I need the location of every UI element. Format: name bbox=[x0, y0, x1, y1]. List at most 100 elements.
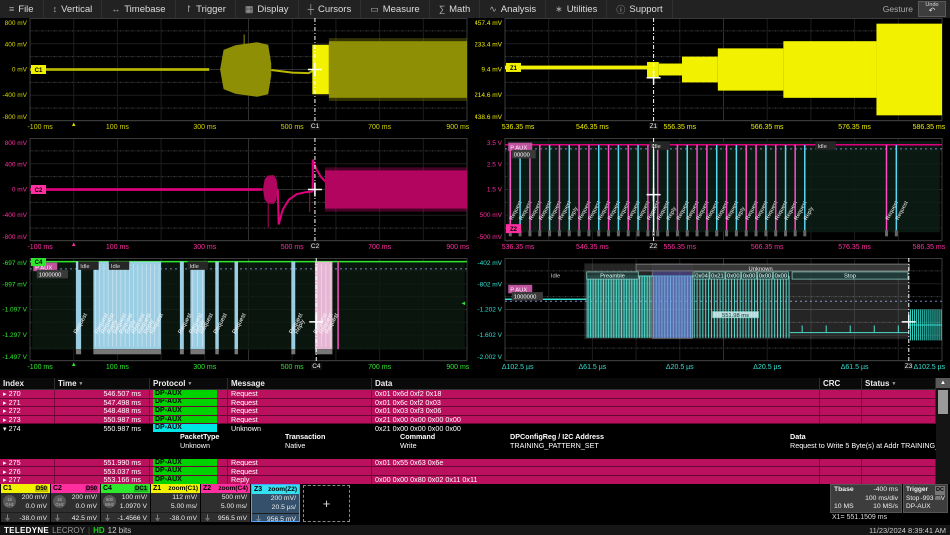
time-cell: 550.987 ms bbox=[55, 416, 150, 424]
descriptor-z1[interactable]: Z1zoom(C1)112 mV/5.00 ms/⏚-38.0 mV bbox=[151, 484, 200, 522]
trigger-position-marker[interactable]: ▲ bbox=[71, 362, 77, 368]
x-tick-label: Δ102.5 µs bbox=[913, 364, 945, 371]
menu-timebase[interactable]: ↔Timebase bbox=[102, 0, 175, 18]
descriptor-c4[interactable]: C4DC1500MHz100 mV/1.0970 V⏚-1.4566 V bbox=[101, 484, 150, 522]
table-scrollbar[interactable]: ▲ bbox=[936, 378, 950, 484]
column-header-index[interactable]: Index bbox=[0, 378, 55, 389]
protocol-chip: DP-AUX bbox=[153, 416, 217, 424]
svg-text:-438.6 mV: -438.6 mV bbox=[475, 114, 503, 121]
column-header-crc[interactable]: CRC bbox=[820, 378, 862, 389]
add-trace-button[interactable]: + bbox=[303, 485, 350, 522]
table-row-270[interactable]: ▸ 270546.507 msDP-AUXRequest0x01 0x6d 0x… bbox=[0, 390, 950, 399]
menu-file[interactable]: ≡File bbox=[0, 0, 44, 18]
cursor-label-c4[interactable]: C4 bbox=[311, 363, 321, 370]
trigger-mode: Stop bbox=[906, 495, 919, 504]
descriptor-body: 16GHz200 mV/0.0 mV bbox=[51, 493, 100, 512]
descriptor-z3[interactable]: Z3zoom(Z2)200 mV/20.5 µs/⏚956.5 mV bbox=[251, 484, 300, 522]
descriptor-body: 200 mV/20.5 µs/ bbox=[252, 494, 299, 513]
column-header-protocol[interactable]: Protocol▾ bbox=[150, 378, 228, 389]
cursor-label-z1[interactable]: Z1 bbox=[649, 123, 659, 130]
trigger-box[interactable]: TriggerDC Stop-993 mV DP-AUX bbox=[903, 484, 948, 513]
z3-plot[interactable]: UnknownPreamble0x040x210x000x000x000x00S… bbox=[475, 258, 945, 362]
x-tick-label: 900 ms bbox=[446, 364, 469, 371]
descriptor-c1[interactable]: C1D5016GHz200 mV/0.0 mV⏚-38.0 mV bbox=[1, 484, 50, 522]
descriptor-z2[interactable]: Z2zoom(C4)500 mV/5.00 ms/⏚956.5 mV bbox=[201, 484, 250, 522]
svg-text:1000000: 1000000 bbox=[514, 295, 537, 301]
cursor-label-c2[interactable]: C2 bbox=[310, 243, 320, 250]
protocol-cell: DP-AUX bbox=[150, 407, 228, 415]
timebase-box[interactable]: Tbase-400 ms 100 ms/div 10 MS10 MS/s bbox=[830, 484, 902, 513]
menu-display[interactable]: ▦Display bbox=[236, 0, 299, 18]
ground-icon: ⏚ bbox=[255, 514, 262, 524]
c4-plot[interactable]: RequestRequestRequestReplyRequestRequest… bbox=[0, 258, 470, 362]
protocol-chip: DP-AUX bbox=[153, 390, 217, 398]
menu-utilities[interactable]: ∗Utilities bbox=[546, 0, 607, 18]
menu-bar: ≡File↕Vertical↔Timebase↾Trigger▦Display┼… bbox=[0, 0, 950, 19]
cursor-label-c1[interactable]: C1 bbox=[310, 123, 320, 130]
cursor-label-z3[interactable]: Z3 bbox=[904, 363, 914, 370]
menu-cursors[interactable]: ┼Cursors bbox=[299, 0, 362, 18]
column-header-message[interactable]: Message bbox=[228, 378, 372, 389]
data-cell: 0x01 0x03 0xf3 0x06 bbox=[372, 407, 820, 415]
svg-text:Idle: Idle bbox=[551, 274, 560, 280]
table-row-273[interactable]: ▸ 273550.987 msDP-AUXRequest0x21 0x00 0x… bbox=[0, 416, 950, 425]
message-cell: Request bbox=[228, 467, 372, 475]
column-label: Data bbox=[375, 379, 392, 388]
undo-button[interactable]: Undo ↶ bbox=[918, 1, 946, 17]
z3-x-axis: Δ102.5 µsΔ61.5 µsΔ20.5 µsΔ20.5 µsΔ61.5 µ… bbox=[475, 362, 945, 378]
c1-plot[interactable]: 800 mV400 mV0 mV-400 mV-800 mVC1 bbox=[0, 18, 470, 122]
svg-text:800 mV: 800 mV bbox=[5, 140, 28, 147]
measure-icon: ▭ bbox=[370, 4, 379, 15]
ground-icon: ⏚ bbox=[154, 513, 161, 523]
menu-label: Math bbox=[449, 4, 470, 15]
trigger-coupling-chip: DC bbox=[935, 486, 945, 495]
file-icon: ≡ bbox=[9, 4, 14, 14]
menu-math[interactable]: ∑Math bbox=[430, 0, 481, 18]
index-cell: ▸ 272 bbox=[0, 407, 55, 415]
ground-icon: ⏚ bbox=[4, 513, 11, 523]
oscilloscope-app: ≡File↕Vertical↔Timebase↾Trigger▦Display┼… bbox=[0, 0, 950, 535]
cursor-label-z2[interactable]: Z2 bbox=[649, 243, 659, 250]
x-tick-label: -100 ms bbox=[27, 244, 52, 251]
table-row-276[interactable]: ▸ 276553.037 msDP-AUXRequest bbox=[0, 467, 950, 476]
table-row-275[interactable]: ▸ 275551.990 msDP-AUXRequest0x01 0x55 0x… bbox=[0, 459, 950, 468]
x-tick-label: 700 ms bbox=[368, 124, 391, 131]
table-row-272[interactable]: ▸ 272548.488 msDP-AUXRequest0x01 0x03 0x… bbox=[0, 407, 950, 416]
c2-plot[interactable]: 800 mV400 mV0 mV-400 mV-800 mVC2 bbox=[0, 138, 470, 242]
scale-per-div: 200 mV/ bbox=[252, 494, 296, 503]
column-header-status[interactable]: Status▾ bbox=[862, 378, 936, 389]
column-header-data[interactable]: Data bbox=[372, 378, 820, 389]
trigger-position-marker[interactable]: ▲ bbox=[71, 122, 77, 128]
grid-z2: RequestRequestRequestRequestRequestReque… bbox=[475, 138, 945, 258]
protocol-chip: DP-AUX bbox=[153, 407, 217, 415]
protocol-chip: DP-AUX bbox=[153, 399, 217, 407]
column-header-time[interactable]: Time▾ bbox=[55, 378, 150, 389]
scrollbar-thumb[interactable] bbox=[938, 390, 948, 414]
time-cell: 553.166 ms bbox=[55, 476, 150, 484]
ground-icon: ⏚ bbox=[54, 513, 61, 523]
menu-vertical[interactable]: ↕Vertical bbox=[44, 0, 103, 18]
menu-analysis[interactable]: ∿Analysis bbox=[480, 0, 546, 18]
scale-per-div: 112 mV/ bbox=[151, 493, 197, 502]
footer-value: -38.0 mV bbox=[169, 515, 197, 522]
svg-text:Idle: Idle bbox=[80, 264, 89, 270]
table-row-274[interactable]: ▾ 274550.987 msDP-AUXUnknown0x21 0x00 0x… bbox=[0, 424, 950, 433]
trigger-position-marker[interactable]: ▲ bbox=[71, 242, 77, 248]
x-tick-label: 576.35 ms bbox=[838, 244, 871, 251]
descriptor-c2[interactable]: C2D5016GHz200 mV/0.0 mV⏚42.5 mV bbox=[51, 484, 100, 522]
menu-support[interactable]: ⓘSupport bbox=[607, 0, 672, 18]
descriptor-footer: ⏚ -38.0 mV bbox=[151, 512, 200, 523]
z1-plot[interactable]: 457.4 mV233.4 mV9.4 mV-214.6 mV-438.6 mV… bbox=[475, 18, 945, 122]
grid-c4: RequestRequestRequestReplyRequestRequest… bbox=[0, 258, 470, 378]
menu-measure[interactable]: ▭Measure bbox=[361, 0, 429, 18]
menu-trigger[interactable]: ↾Trigger bbox=[176, 0, 236, 18]
scroll-up-button[interactable]: ▲ bbox=[936, 378, 950, 388]
timebase-samples: 10 MS bbox=[834, 503, 854, 512]
svg-text:-1.202 V: -1.202 V bbox=[477, 307, 502, 314]
trace-id: Z3 bbox=[254, 486, 262, 493]
packet-detail-field: Write bbox=[400, 442, 417, 451]
table-row-271[interactable]: ▸ 271547.498 msDP-AUXRequest0x01 0x6c 0x… bbox=[0, 399, 950, 408]
z2-plot[interactable]: RequestRequestRequestRequestRequestReque… bbox=[475, 138, 945, 242]
support-icon: ⓘ bbox=[616, 3, 625, 16]
grid-c2: 800 mV400 mV0 mV-400 mV-800 mVC2-100 ms1… bbox=[0, 138, 470, 258]
